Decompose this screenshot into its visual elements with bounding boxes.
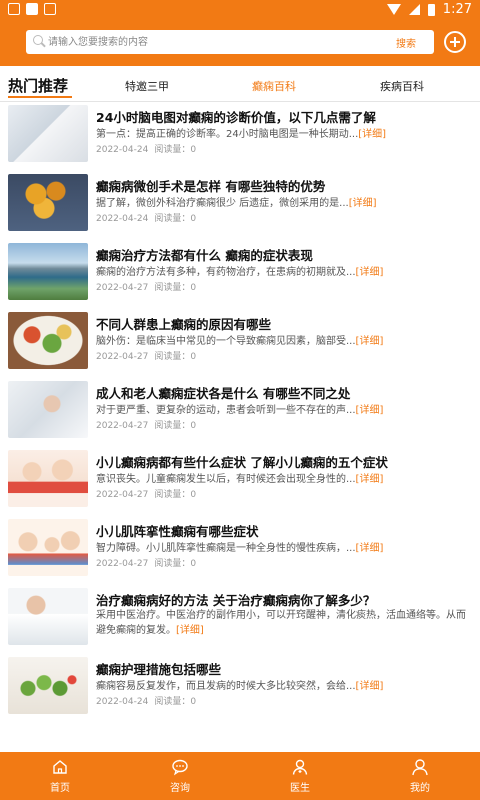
search-icon [32,34,48,50]
cell-signal-icon [408,4,420,15]
article-desc: 癫痫容易反复发作，而且发病的时候大多比较突然，会给...[详细] [96,681,384,692]
list-item[interactable]: 成人和老人癫痫症状各是什么 有哪些不同之处 对于更严重、更复杂的运动，患者会听到… [0,379,480,448]
doctor-examination-image [8,381,88,438]
food-dish-image [8,312,88,369]
nav-doctor[interactable]: 医生 [240,752,360,800]
nav-label: 咨询 [170,783,190,794]
nav-label: 首页 [50,783,70,794]
category-tabs: 热门推荐 特邀三甲 癫痫百科 疾病百科 [0,66,480,102]
hot-recommend-heading: 热门推荐 [8,77,69,95]
list-item[interactable]: 24小时脑电图对癫痫的诊断价值，以下几点需了解 第一点：提高正确的诊断率。24小… [0,103,480,172]
article-desc: 癫痫的治疗方法有多种，有药物治疗，在患病的初期就及...[详细] [96,267,384,278]
article-meta: 2022-04-24 阅读量：0 [96,697,197,707]
vegetable-dish-image [8,657,88,714]
nav-home[interactable]: 首页 [0,752,120,800]
article-meta: 2022-04-27 阅读量：0 [96,283,197,293]
bottom-nav: 首页 咨询 医生 我的 [0,752,480,800]
more-link[interactable]: [详细] [358,129,386,140]
more-link[interactable]: [详细] [356,543,384,554]
article-title: 24小时脑电图对癫痫的诊断价值，以下几点需了解 [96,110,376,125]
app-header: 搜索 [0,20,480,66]
article-title: 癫痫护理措施包括哪些 [96,662,222,677]
article-desc: 第一点：提高正确的诊断率。24小时脑电图是一种长期动...[详细] [96,129,387,140]
article-meta: 2022-04-24 阅读量：0 [96,145,197,155]
nav-consult[interactable]: 咨询 [120,752,240,800]
article-meta: 2022-04-24 阅读量：0 [96,214,197,224]
tab-epilepsy-encyclopedia[interactable]: 癫痫百科 [252,78,296,94]
article-title: 不同人群患上癫痫的原因有哪些 [96,317,272,332]
article-desc: 智力障碍。小儿肌阵挛性癫痫是一种全身性的慢性疾病，...[详细] [96,543,384,554]
more-link[interactable]: [详细] [349,198,377,209]
add-icon[interactable] [444,31,466,53]
doctor-icon [292,759,308,775]
family-doctor-illustration-image [8,519,88,576]
doctor-portrait-image [8,588,88,645]
child-illustration-image [8,450,88,507]
mountain-lake-image [8,243,88,300]
list-item[interactable]: 癫痫治疗方法都有什么 癫痫的症状表现 癫痫的治疗方法有多种，有药物治疗，在患病的… [0,241,480,310]
list-item[interactable]: 癫痫护理措施包括哪些 癫痫容易反复发作，而且发病的时候大多比较突然，会给...[… [0,655,480,724]
more-link[interactable]: [详细] [176,625,204,636]
home-icon [53,760,67,774]
more-link[interactable]: [详细] [356,681,384,692]
more-link[interactable]: [详细] [356,405,384,416]
list-item[interactable]: 小儿癫痫病都有些什么症状 了解小儿癫痫的五个症状 意识丧失。儿童癫痫发生以后，有… [0,448,480,517]
article-title: 癫痫治疗方法都有什么 癫痫的症状表现 [96,248,313,263]
article-meta: 2022-04-27 阅读量：0 [96,559,197,569]
search-button[interactable]: 搜索 [396,35,416,50]
list-item[interactable]: 不同人群患上癫痫的原因有哪些 脑外伤：是临床当中常见的一个导致癫痫见因素，脑部受… [0,310,480,379]
nav-label: 医生 [290,783,310,794]
wifi-icon [386,4,401,15]
article-title: 治疗癫痫病好的方法 关于治疗癫痫病你了解多少？ [96,593,376,608]
gallery-notification-icon [8,3,20,15]
nav-label: 我的 [410,783,430,794]
a-notification-icon [44,3,56,15]
status-bar: 1:27 [0,0,480,20]
status-time: 1:27 [442,2,472,17]
more-link[interactable]: [详细] [356,336,384,347]
article-desc: 据了解，微创外科治疗癫痫很少 后遗症，微创采用的是...[详细] [96,198,377,209]
notification-icon [26,3,38,15]
list-item[interactable]: 治疗癫痫病好的方法 关于治疗癫痫病你了解多少？ 采用中医治疗。中医治疗的副作用小… [0,586,480,655]
hot-underline [8,96,72,98]
search-input[interactable] [48,32,396,52]
list-item[interactable]: 癫痫病微创手术是怎样 有哪些独特的优势 据了解，微创外科治疗癫痫很少 后遗症，微… [0,172,480,241]
article-title: 癫痫病微创手术是怎样 有哪些独特的优势 [96,179,326,194]
article-meta: 2022-04-27 阅读量：0 [96,421,197,431]
article-desc: 意识丧失。儿童癫痫发生以后，有时候还会出现全身性的...[详细] [96,474,384,485]
user-icon [412,759,428,776]
article-desc: 采用中医治疗。中医治疗的副作用小，可以开窍醒神，清化痰热，活血通络等。从而避免癫… [96,610,466,636]
nav-mine[interactable]: 我的 [360,752,480,800]
medical-record-image [8,105,88,162]
article-meta: 2022-04-27 阅读量：0 [96,352,197,362]
article-title: 小儿癫痫病都有些什么症状 了解小儿癫痫的五个症状 [96,455,388,470]
tab-disease-encyclopedia[interactable]: 疾病百科 [380,78,424,94]
article-meta: 2022-04-27 阅读量：0 [96,490,197,500]
list-item[interactable]: 小儿肌阵挛性癫痫有哪些症状 智力障碍。小儿肌阵挛性癫痫是一种全身性的慢性疾病，.… [0,517,480,586]
more-link[interactable]: [详细] [356,267,384,278]
more-link[interactable]: [详细] [356,474,384,485]
sunflower-bouquet-image [8,174,88,231]
search-bar: 搜索 [26,30,434,54]
article-desc: 脑外伤：是临床当中常见的一个导致癫痫见因素，脑部受...[详细] [96,336,384,347]
tab-invited-hospitals[interactable]: 特邀三甲 [125,78,169,94]
article-title: 小儿肌阵挛性癫痫有哪些症状 [96,524,259,539]
chat-icon [172,759,188,776]
battery-icon [427,3,435,16]
article-desc: 对于更严重、更复杂的运动，患者会听到一些不存在的声...[详细] [96,405,384,416]
article-title: 成人和老人癫痫症状各是什么 有哪些不同之处 [96,386,351,401]
